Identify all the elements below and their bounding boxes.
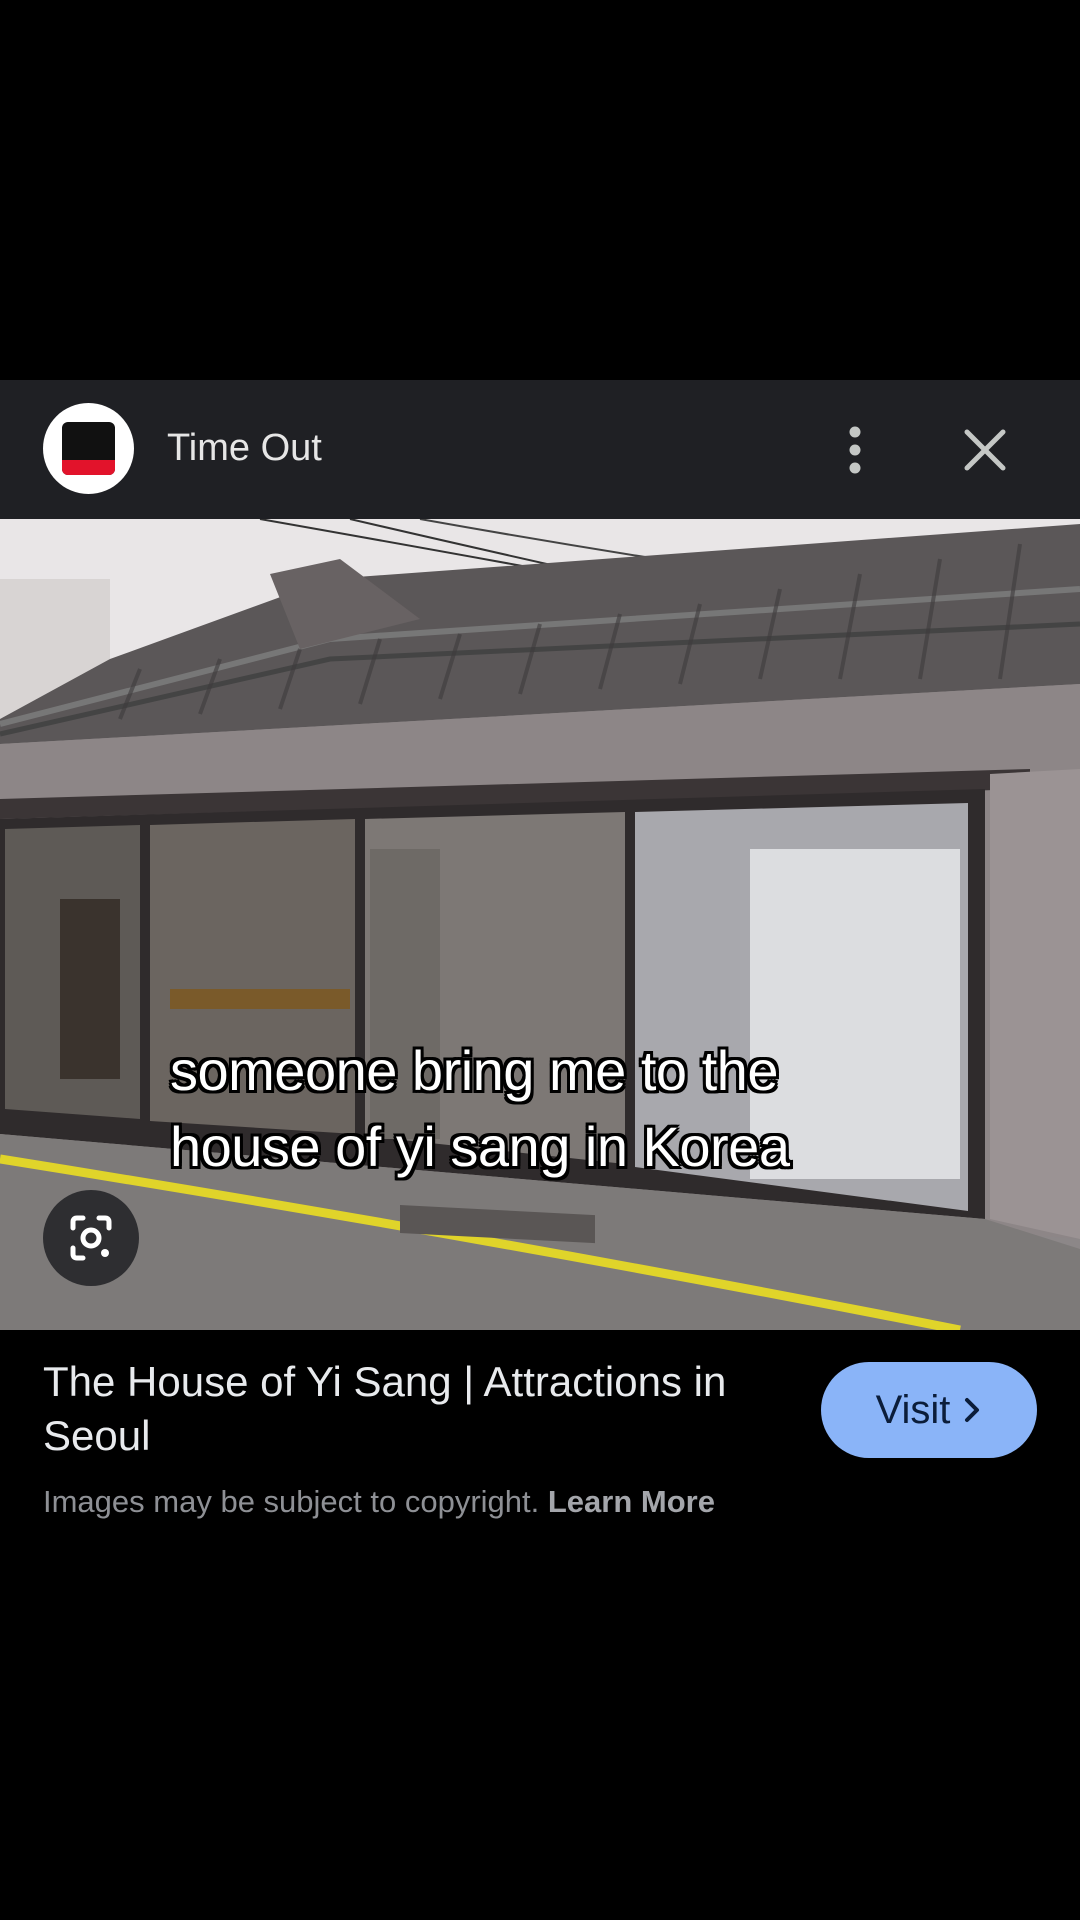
visit-label: Visit xyxy=(875,1387,951,1432)
visit-button[interactable]: Visit xyxy=(821,1362,1037,1458)
source-header: Time Out xyxy=(0,380,1080,519)
caption-line-2: house of yi sang in Korea xyxy=(170,1115,790,1178)
lens-search-button[interactable] xyxy=(43,1190,139,1286)
copyright-notice: Images may be subject to copyright. Lear… xyxy=(43,1480,715,1524)
image-search-icon xyxy=(70,1215,112,1261)
timeout-logo-icon xyxy=(62,422,115,475)
screen: Time Out someone bring me to the house o… xyxy=(0,0,1080,1920)
result-image[interactable] xyxy=(0,519,1080,1330)
close-button[interactable] xyxy=(955,420,1015,480)
result-title[interactable]: The House of Yi Sang | Attractions in Se… xyxy=(43,1355,803,1463)
video-caption: someone bring me to the house of yi sang… xyxy=(170,1033,930,1185)
copyright-text: Images may be subject to copyright. xyxy=(43,1484,540,1519)
site-name[interactable]: Time Out xyxy=(167,424,322,472)
close-icon xyxy=(964,429,1006,471)
site-favicon[interactable] xyxy=(43,403,134,494)
house-photo xyxy=(0,519,1080,1330)
caption-line-1: someone bring me to the xyxy=(170,1039,778,1102)
more-vert-icon xyxy=(849,426,861,474)
chevron-right-icon xyxy=(965,1398,980,1422)
more-options-button[interactable] xyxy=(830,415,880,485)
learn-more-link[interactable]: Learn More xyxy=(548,1484,715,1519)
